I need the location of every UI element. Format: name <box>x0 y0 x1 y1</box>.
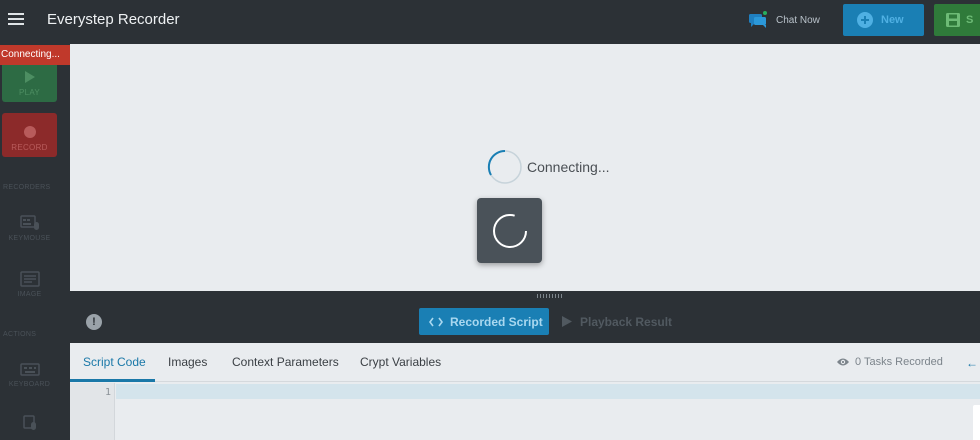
save-button-label: S <box>966 14 974 26</box>
top-bar: Everystep Recorder Chat Now New S <box>0 0 980 44</box>
tasks-recorded-text: 0 Tasks Recorded <box>855 356 943 368</box>
sidebar-section-recorders: RECORDERS <box>3 184 51 191</box>
play-icon <box>562 316 572 327</box>
loading-overlay <box>477 198 542 263</box>
keyboard-mouse-icon <box>19 215 39 230</box>
sidebar-item-image-label: IMAGE <box>17 291 42 298</box>
playback-result-label: Playback Result <box>580 314 673 329</box>
record-dot-icon <box>23 126 36 138</box>
tab-images[interactable]: Images <box>168 355 207 369</box>
sidebar-item-image[interactable]: IMAGE <box>2 256 57 302</box>
sidebar-section-actions: ACTIONS <box>3 331 37 338</box>
new-button[interactable]: New <box>843 4 924 36</box>
editor-active-line[interactable] <box>116 384 980 399</box>
chat-icon <box>749 11 767 28</box>
plus-circle-icon <box>857 12 873 28</box>
play-label: PLAY <box>18 88 41 97</box>
save-button[interactable]: S <box>934 4 980 36</box>
tab-crypt-variables[interactable]: Crypt Variables <box>360 355 441 369</box>
sidebar-item-keyboard-label: KEYBOARD <box>8 381 51 388</box>
collapse-arrow-icon[interactable]: ← <box>966 356 978 370</box>
active-tab-indicator <box>70 379 155 382</box>
recorded-script-button[interactable]: Recorded Script <box>419 308 549 335</box>
recorded-script-label: Recorded Script <box>450 314 543 329</box>
connecting-indicator: Connecting... <box>487 149 610 185</box>
sidebar-item-keymouse-label: KEYMOUSE <box>8 235 51 242</box>
resize-grip-icon[interactable] <box>537 294 564 298</box>
code-brackets-icon <box>429 317 443 326</box>
play-icon <box>24 71 35 83</box>
mouse-icon <box>22 415 36 430</box>
connecting-text: Connecting... <box>527 159 610 175</box>
info-icon[interactable] <box>86 314 102 330</box>
tab-script-code[interactable]: Script Code <box>83 355 146 369</box>
chat-now-label: Chat Now <box>776 14 820 26</box>
image-icon <box>19 271 40 287</box>
sidebar-item-keymouse[interactable]: KEYMOUSE <box>2 200 57 246</box>
record-label: RECORD <box>11 143 48 152</box>
side-panel-edge <box>973 405 980 440</box>
app-title: Everystep Recorder <box>47 11 180 28</box>
tab-context-parameters[interactable]: Context Parameters <box>232 355 339 369</box>
hamburger-menu-icon[interactable] <box>8 10 28 30</box>
playback-result-button[interactable]: Playback Result <box>562 308 672 335</box>
floppy-disk-icon <box>946 13 960 27</box>
sidebar-item-keyboard[interactable]: KEYBOARD <box>2 346 57 392</box>
keyboard-icon <box>19 363 40 376</box>
tasks-recorded-counter: 0 Tasks Recorded <box>836 356 943 368</box>
loading-spinner-icon <box>492 213 527 248</box>
sidebar-item-more[interactable] <box>2 404 57 440</box>
panel-resize-bar[interactable] <box>70 291 980 301</box>
eye-icon <box>837 358 849 366</box>
line-number: 1 <box>104 387 111 398</box>
spinner-icon <box>487 149 522 184</box>
connection-status-badge: Connecting... <box>0 45 70 65</box>
new-button-label: New <box>881 14 904 26</box>
record-button[interactable]: RECORD <box>2 113 57 157</box>
chat-now-button[interactable]: Chat Now <box>748 9 820 31</box>
